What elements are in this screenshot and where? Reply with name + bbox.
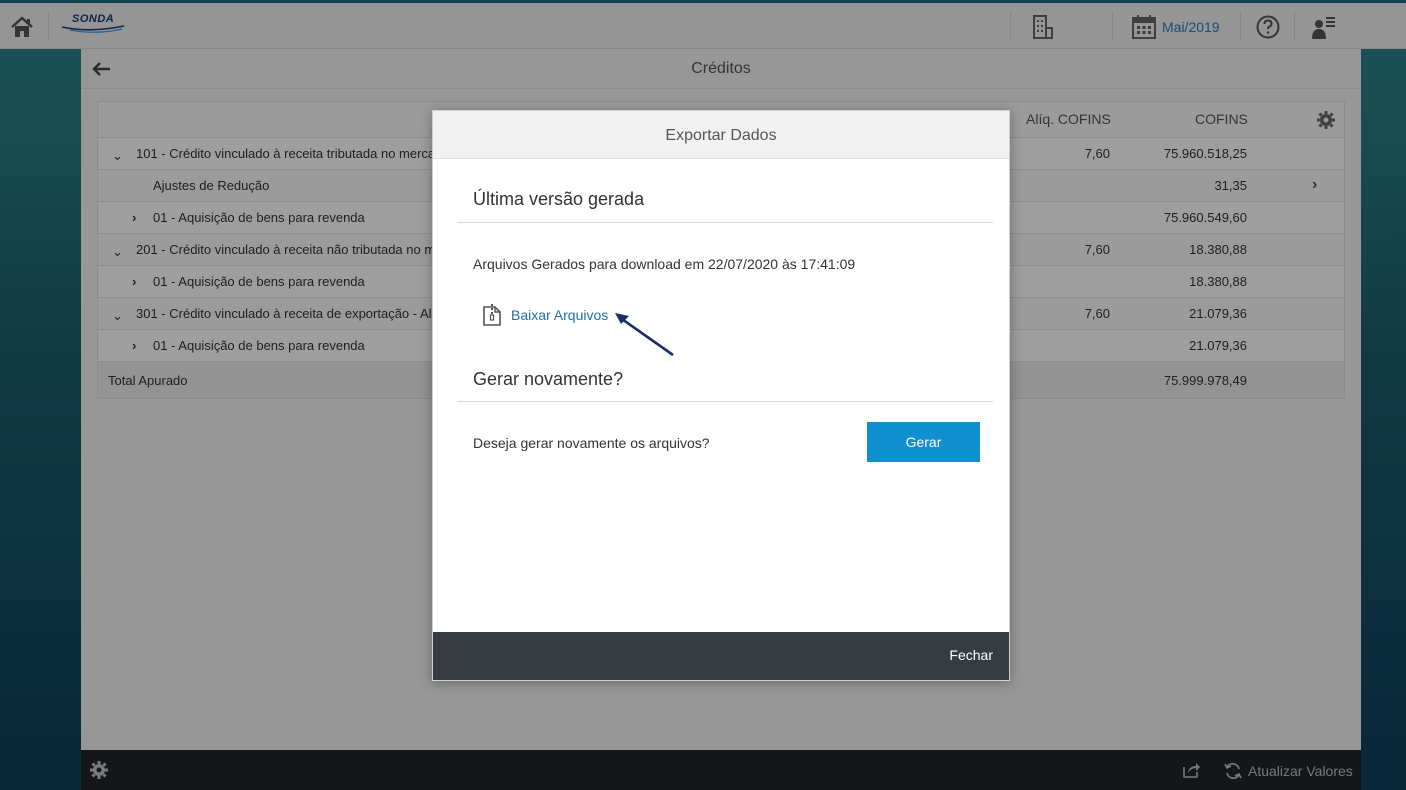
close-button[interactable]: Fechar	[949, 647, 993, 663]
dialog-header: Exportar Dados	[433, 111, 1009, 159]
generate-button[interactable]: Gerar	[867, 422, 980, 462]
divider	[457, 222, 993, 223]
download-files-label[interactable]: Baixar Arquivos	[511, 307, 608, 323]
dialog-title: Exportar Dados	[665, 127, 777, 144]
annotation-arrow-icon	[615, 313, 674, 357]
divider	[457, 401, 993, 402]
section-title-regenerate: Gerar novamente?	[473, 369, 624, 389]
download-files-link[interactable]: Baixar Arquivos	[481, 303, 608, 327]
zip-file-icon	[483, 304, 501, 326]
generated-files-info: Arquivos Gerados para download em 22/07/…	[473, 256, 856, 272]
dialog-footer: Fechar	[433, 632, 1009, 680]
export-data-dialog: Exportar Dados Última versão gerada Arqu…	[432, 110, 1010, 681]
regenerate-question: Deseja gerar novamente os arquivos?	[473, 435, 710, 451]
section-title-last-version: Última versão gerada	[473, 189, 645, 209]
